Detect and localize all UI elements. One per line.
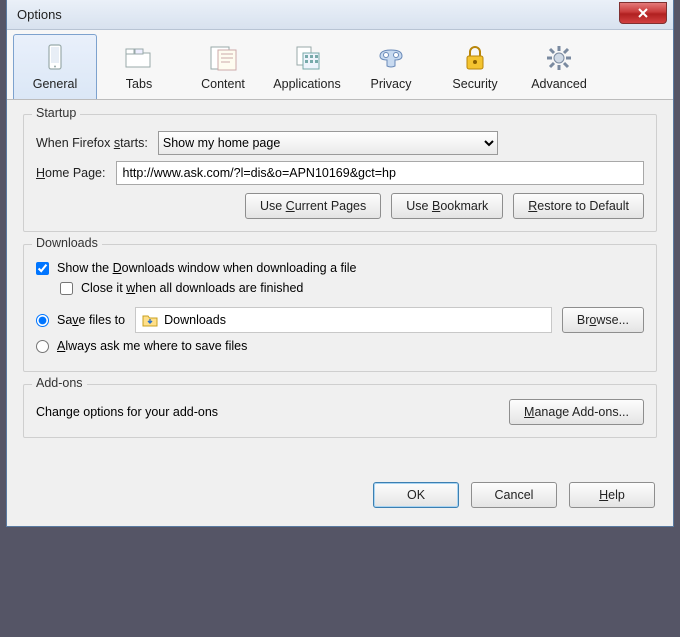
downloads-group: Downloads Show the Downloads window when… <box>23 244 657 372</box>
tab-panel-general: Startup When Firefox starts: Show my hom… <box>7 100 673 464</box>
when-starts-dropdown[interactable]: Show my home page <box>158 131 498 155</box>
tab-content[interactable]: Content <box>181 34 265 99</box>
tab-general[interactable]: General <box>13 34 97 99</box>
help-button[interactable]: Help <box>569 482 655 508</box>
save-files-to-label: Save files to <box>57 313 125 327</box>
show-downloads-label: Show the Downloads window when downloadi… <box>57 261 357 275</box>
homepage-label: Home Page: <box>36 166 106 180</box>
options-dialog: Options General Tabs Content <box>6 0 674 527</box>
addons-group: Add-ons Change options for your add-ons … <box>23 384 657 438</box>
close-when-done-label: Close it when all downloads are finished <box>81 281 303 295</box>
downloads-legend: Downloads <box>32 236 102 250</box>
tab-label: Advanced <box>531 77 587 91</box>
save-files-to-radio[interactable] <box>36 314 49 327</box>
restore-default-button[interactable]: Restore to Default <box>513 193 644 219</box>
always-ask-label: Always ask me where to save files <box>57 339 247 353</box>
tab-label: Tabs <box>126 77 152 91</box>
dialog-buttons: OK Cancel Help <box>7 464 673 526</box>
when-starts-label: When Firefox starts: <box>36 136 148 150</box>
tab-privacy[interactable]: Privacy <box>349 34 433 99</box>
tab-tabs[interactable]: Tabs <box>97 34 181 99</box>
startup-group: Startup When Firefox starts: Show my hom… <box>23 114 657 232</box>
homepage-input[interactable] <box>116 161 645 185</box>
tab-security[interactable]: Security <box>433 34 517 99</box>
ok-button[interactable]: OK <box>373 482 459 508</box>
show-downloads-checkbox[interactable] <box>36 262 49 275</box>
use-current-pages-button[interactable]: Use Current Pages <box>245 193 381 219</box>
close-button[interactable] <box>619 2 667 24</box>
browse-button[interactable]: Browse... <box>562 307 644 333</box>
folder-icon <box>142 313 158 327</box>
tab-label: Privacy <box>371 77 412 91</box>
always-ask-radio[interactable] <box>36 340 49 353</box>
tab-label: General <box>33 77 77 91</box>
addons-legend: Add-ons <box>32 376 87 390</box>
use-bookmark-button[interactable]: Use Bookmark <box>391 193 503 219</box>
save-folder-name: Downloads <box>164 313 226 327</box>
security-icon <box>436 41 514 75</box>
applications-icon <box>268 41 346 75</box>
tab-label: Security <box>452 77 497 91</box>
tab-advanced[interactable]: Advanced <box>517 34 601 99</box>
tab-label: Applications <box>273 77 340 91</box>
close-when-done-checkbox[interactable] <box>60 282 73 295</box>
close-icon <box>637 7 649 19</box>
cancel-button[interactable]: Cancel <box>471 482 557 508</box>
titlebar: Options <box>7 0 673 30</box>
save-folder-display: Downloads <box>135 307 552 333</box>
manage-addons-button[interactable]: Manage Add-ons... <box>509 399 644 425</box>
privacy-icon <box>352 41 430 75</box>
advanced-icon <box>520 41 598 75</box>
category-tabs: General Tabs Content Applications Privac… <box>7 30 673 100</box>
window-title: Options <box>17 7 62 22</box>
addons-description: Change options for your add-ons <box>36 405 218 419</box>
tab-label: Content <box>201 77 245 91</box>
general-icon <box>16 41 94 75</box>
tab-applications[interactable]: Applications <box>265 34 349 99</box>
tabs-icon <box>100 41 178 75</box>
content-icon <box>184 41 262 75</box>
startup-legend: Startup <box>32 106 80 120</box>
